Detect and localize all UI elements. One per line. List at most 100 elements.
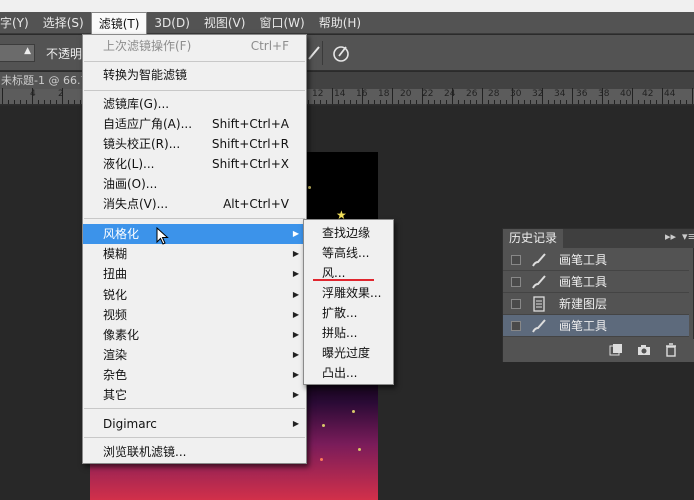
menu-item-video[interactable]: 视频 ▶ (83, 305, 306, 325)
snapshot-checkbox[interactable] (511, 321, 521, 331)
ruler-tick (620, 100, 621, 104)
pressure-size-icon[interactable] (331, 43, 351, 63)
menu-item-other[interactable]: 其它 ▶ (83, 385, 306, 405)
submenu-arrow-icon: ▶ (292, 370, 299, 379)
ruler-number: 34 (554, 89, 566, 99)
ruler-number: 20 (400, 89, 412, 99)
menu-3d[interactable]: 3D(D) (147, 12, 196, 34)
ruler-tick (314, 100, 315, 104)
history-state[interactable]: 画笔工具 (503, 249, 689, 271)
menubar: 字(Y) 选择(S) 滤镜(T) 3D(D) 视图(V) 窗口(W) 帮助(H) (0, 11, 694, 34)
new-document-from-state-icon[interactable] (609, 343, 623, 357)
ruler-tick (416, 100, 417, 104)
menu-item-distort[interactable]: 扭曲 ▶ (83, 264, 306, 284)
ruler-tick (650, 100, 651, 104)
history-panel: 历史记录 ▸▸ ▾≡ 画笔工具 画笔工具 新建图层 画笔工具 (502, 228, 694, 362)
menu-item-pixelate[interactable]: 像素化 ▶ (83, 325, 306, 345)
menu-filter[interactable]: 滤镜(T) (90, 11, 148, 34)
ruler-number: 12 (312, 89, 324, 99)
menu-item-render[interactable]: 渲染 ▶ (83, 345, 306, 365)
history-state-label: 画笔工具 (559, 253, 608, 267)
star-dot (358, 448, 361, 451)
document-tab[interactable]: 未标题-1 @ 66.7 (0, 72, 82, 89)
ruler-tick (590, 100, 591, 104)
menu-item-noise[interactable]: 杂色 ▶ (83, 365, 306, 385)
trash-icon[interactable] (664, 343, 678, 357)
mode-select[interactable]: ▲ (0, 44, 35, 62)
ruler-number: 18 (378, 89, 390, 99)
menu-item-oil-paint[interactable]: 油画(O)... (83, 174, 306, 194)
submenu-item-trace-contour[interactable]: 等高线... (304, 243, 393, 263)
submenu-item-extrude[interactable]: 凸出... (304, 363, 393, 383)
menu-item-convert-smart-filter[interactable]: 转换为智能滤镜 (83, 65, 306, 85)
menu-item-blur[interactable]: 模糊 ▶ (83, 244, 306, 264)
ruler-tick (596, 100, 597, 104)
menu-item-vanishing-point[interactable]: 消失点(V)... Alt+Ctrl+V (83, 194, 306, 214)
ruler-tick (692, 88, 693, 104)
history-state-label: 新建图层 (559, 297, 608, 311)
history-panel-header: 历史记录 ▸▸ ▾≡ (503, 229, 694, 248)
menu-select[interactable]: 选择(S) (36, 12, 91, 34)
options-divider (322, 41, 323, 65)
ruler-tick (626, 100, 627, 104)
ruler-tick (608, 100, 609, 104)
history-state[interactable]: 新建图层 (503, 293, 689, 315)
ruler-tick (560, 100, 561, 104)
menu-item-adaptive-wide-angle[interactable]: 自适应广角(A)... Shift+Ctrl+A (83, 114, 306, 134)
submenu-item-solarize[interactable]: 曝光过度 (304, 343, 393, 363)
history-state[interactable]: 画笔工具 (503, 271, 689, 293)
menu-item-stylize[interactable]: 风格化 ▶ (83, 224, 306, 244)
panel-menu-icon[interactable]: ▾≡ (682, 230, 694, 243)
ruler-tick (566, 100, 567, 104)
ruler-tick (320, 100, 321, 104)
submenu-item-find-edges[interactable]: 查找边缘 (304, 223, 393, 243)
history-state-label: 画笔工具 (559, 319, 608, 333)
ruler-tick (20, 100, 21, 104)
menu-item-sharpen[interactable]: 锐化 ▶ (83, 285, 306, 305)
highlight-underline (313, 279, 374, 281)
menu-view[interactable]: 视图(V) (197, 12, 253, 34)
snapshot-checkbox[interactable] (511, 299, 521, 309)
ruler-tick (524, 100, 525, 104)
submenu-item-emboss[interactable]: 浮雕效果... (304, 283, 393, 303)
menu-item-digimarc[interactable]: Digimarc ▶ (83, 414, 306, 434)
menu-help[interactable]: 帮助(H) (312, 12, 368, 34)
ruler-number: 22 (422, 89, 434, 99)
menu-item-browse-online-filters[interactable]: 浏览联机滤镜... (83, 442, 306, 462)
ruler-tick (74, 100, 75, 104)
history-state-selected[interactable]: 画笔工具 (503, 315, 689, 337)
stepper-icon: ▲ (24, 46, 31, 56)
ruler-tick (428, 100, 429, 104)
ruler-number: 32 (532, 89, 544, 99)
ruler-tick (56, 100, 57, 104)
ruler-tick (506, 100, 507, 104)
menu-window[interactable]: 窗口(W) (252, 12, 311, 34)
ruler-tick (656, 100, 657, 104)
ruler-tick (38, 100, 39, 104)
submenu-arrow-icon: ▶ (292, 229, 299, 238)
ruler-tick (494, 100, 495, 104)
menu-item-liquify[interactable]: 液化(L)... Shift+Ctrl+X (83, 154, 306, 174)
ruler-tick (482, 88, 483, 104)
ruler-tick (662, 88, 663, 104)
ruler-number: 24 (444, 89, 456, 99)
ruler-tick (674, 100, 675, 104)
ruler-tick (440, 100, 441, 104)
ruler-number: 38 (598, 89, 610, 99)
history-tab[interactable]: 历史记录 (503, 229, 564, 248)
menu-item-lens-correction[interactable]: 镜头校正(R)... Shift+Ctrl+R (83, 134, 306, 154)
menu-separator (84, 218, 305, 219)
menu-type[interactable]: 字(Y) (0, 12, 36, 34)
ruler-tick (368, 100, 369, 104)
ruler-tick (572, 88, 573, 104)
snapshot-checkbox[interactable] (511, 277, 521, 287)
submenu-item-diffuse[interactable]: 扩散... (304, 303, 393, 323)
menu-separator (84, 90, 305, 91)
camera-icon[interactable] (637, 343, 651, 357)
menu-item-filter-gallery[interactable]: 滤镜库(G)... (83, 94, 306, 114)
collapse-icon[interactable]: ▸▸ (665, 230, 676, 243)
ruler-tick (470, 100, 471, 104)
submenu-item-tiles[interactable]: 拼贴... (304, 323, 393, 343)
snapshot-checkbox[interactable] (511, 255, 521, 265)
ruler-tick (398, 100, 399, 104)
